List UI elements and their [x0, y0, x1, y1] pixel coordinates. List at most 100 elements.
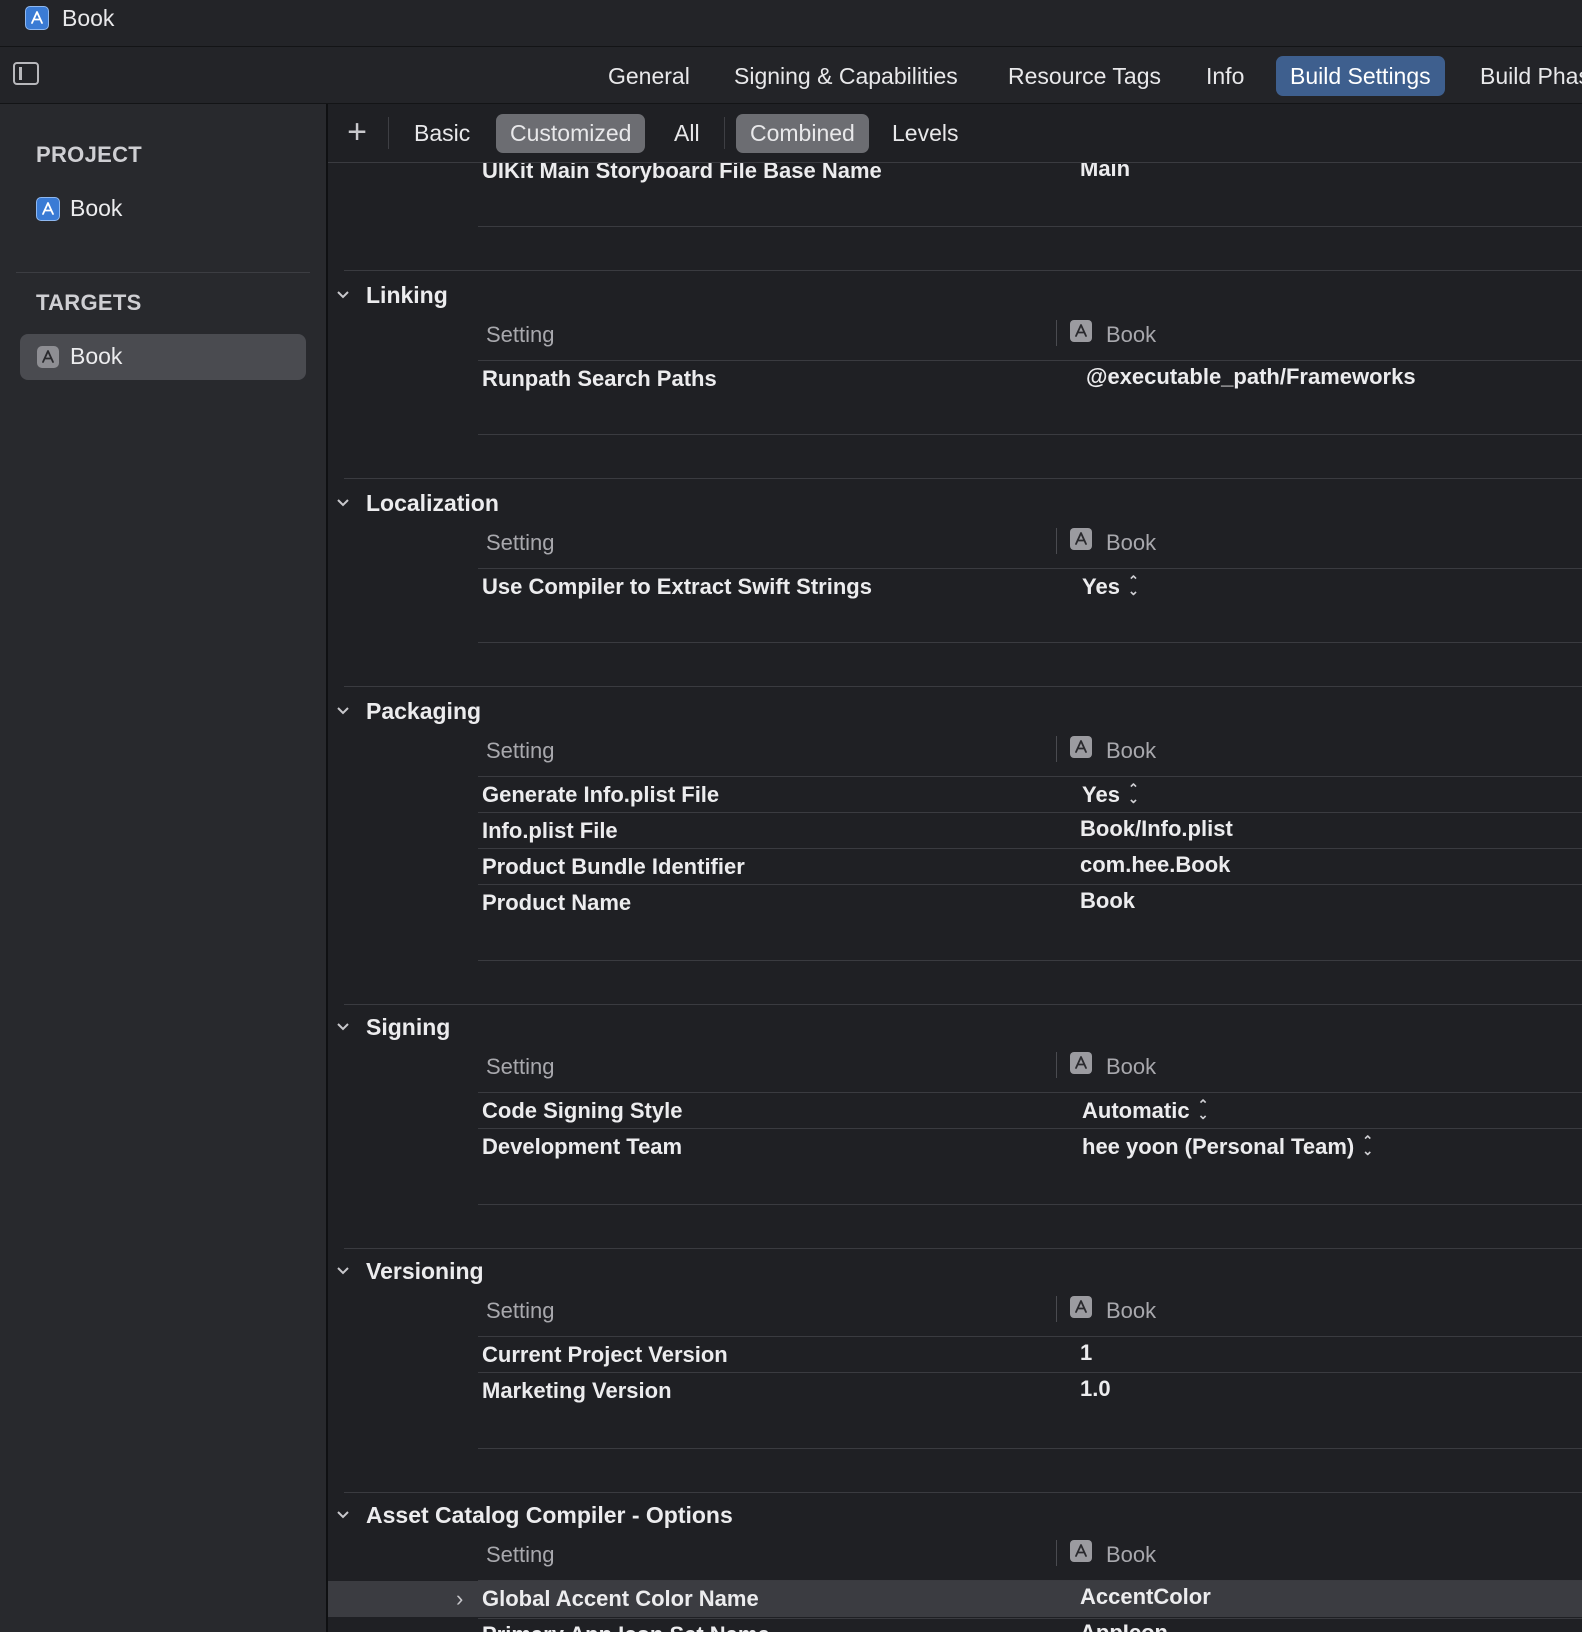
- row-divider: [478, 812, 1582, 813]
- setting-name: Runpath Search Paths: [482, 366, 717, 391]
- app-store-icon: [36, 197, 60, 221]
- setting-value[interactable]: @executable_path/Frameworks: [1086, 364, 1416, 390]
- column-header-setting: Setting: [486, 738, 555, 763]
- target-icon: [37, 346, 59, 368]
- chevron-down-icon[interactable]: [334, 702, 352, 720]
- setting-value-popup[interactable]: hee yoon (Personal Team) ⌃ ⌄: [1082, 1134, 1373, 1160]
- section-divider: [344, 686, 1582, 687]
- row-divider: [478, 360, 1582, 361]
- target-icon: [1070, 1052, 1092, 1074]
- setting-value[interactable]: Book/Info.plist: [1080, 816, 1233, 842]
- target-icon: [1070, 736, 1092, 758]
- filter-combined[interactable]: Combined: [736, 114, 869, 153]
- chevron-down-icon[interactable]: [334, 1262, 352, 1280]
- chevron-down-icon[interactable]: [334, 1506, 352, 1524]
- row-divider: [478, 960, 1582, 961]
- column-separator: [1056, 1052, 1057, 1078]
- window-titlebar: Book: [0, 0, 1582, 47]
- setting-name: Use Compiler to Extract Swift Strings: [482, 574, 872, 599]
- section-title-packaging: Packaging: [366, 698, 482, 724]
- column-separator: [1056, 736, 1057, 762]
- tab-resource-tags[interactable]: Resource Tags: [1008, 56, 1161, 96]
- app-store-icon: [25, 6, 49, 30]
- section-divider: [344, 1004, 1582, 1005]
- tab-signing-capabilities[interactable]: Signing & Capabilities: [734, 56, 958, 96]
- tab-general[interactable]: General: [608, 56, 690, 96]
- tab-build-settings[interactable]: Build Settings: [1276, 56, 1445, 96]
- filter-customized[interactable]: Customized: [496, 114, 646, 153]
- sidebar-item-project-book[interactable]: Book: [20, 186, 306, 232]
- setting-name: Product Bundle Identifier: [482, 854, 745, 879]
- filter-levels[interactable]: Levels: [892, 114, 958, 153]
- setting-value[interactable]: AccentColor: [1080, 1584, 1211, 1610]
- targets-header: TARGETS: [36, 290, 142, 315]
- section-divider: [344, 1248, 1582, 1249]
- chevron-down-icon[interactable]: [334, 1018, 352, 1036]
- target-icon: [1070, 320, 1092, 342]
- section-divider: [344, 1492, 1582, 1493]
- chevron-right-icon[interactable]: ›: [456, 1586, 463, 1612]
- column-header-setting: Setting: [486, 1054, 555, 1079]
- target-icon: [1070, 528, 1092, 550]
- row-divider: [478, 1204, 1582, 1205]
- sidebar-item-target-book[interactable]: Book: [20, 334, 306, 380]
- section-title-asset-catalog: Asset Catalog Compiler - Options: [366, 1502, 733, 1528]
- setting-value[interactable]: com.hee.Book: [1080, 852, 1230, 878]
- row-divider: [478, 1618, 1582, 1619]
- section-title-localization: Localization: [366, 490, 499, 516]
- row-divider: [478, 226, 1582, 227]
- section-divider: [344, 270, 1582, 271]
- column-header-target: Book: [1106, 738, 1157, 763]
- setting-value-popup[interactable]: Yes ⌃ ⌄: [1082, 574, 1139, 600]
- setting-value[interactable]: 1.0: [1080, 1376, 1111, 1402]
- sidebar-toggle-icon[interactable]: [13, 62, 39, 85]
- setting-value[interactable]: AppIcon: [1080, 1620, 1168, 1632]
- filter-all[interactable]: All: [674, 114, 700, 153]
- setting-value: hee yoon (Personal Team): [1082, 1134, 1355, 1159]
- row-divider: [478, 848, 1582, 849]
- add-setting-button[interactable]: +: [342, 113, 372, 153]
- section-title-signing: Signing: [366, 1014, 451, 1040]
- setting-value[interactable]: 1: [1080, 1340, 1092, 1366]
- setting-name: Primary App Icon Set Name: [482, 1622, 770, 1632]
- build-settings-editor: + Basic Customized All Combined Levels U…: [328, 104, 1582, 1632]
- setting-name: Marketing Version: [482, 1378, 672, 1403]
- row-divider: [478, 1092, 1582, 1093]
- settings-list: UIKit Main Storyboard File Base Name Mai…: [328, 104, 1582, 1632]
- target-icon: [1070, 1296, 1092, 1318]
- tab-info[interactable]: Info: [1206, 56, 1244, 96]
- editor-tab-bar: General Signing & Capabilities Resource …: [0, 47, 1582, 104]
- column-header-setting: Setting: [486, 1298, 555, 1323]
- setting-name: Global Accent Color Name: [482, 1586, 759, 1611]
- setting-name: Generate Info.plist File: [482, 782, 720, 807]
- row-divider: [478, 884, 1582, 885]
- column-header-target: Book: [1106, 1542, 1157, 1567]
- row-divider: [478, 568, 1582, 569]
- column-separator: [1056, 1540, 1057, 1566]
- chevron-down-icon[interactable]: [334, 494, 352, 512]
- filter-basic[interactable]: Basic: [414, 114, 470, 153]
- row-divider: [478, 776, 1582, 777]
- section-title-linking: Linking: [366, 282, 448, 308]
- row-divider: [478, 642, 1582, 643]
- column-header-target: Book: [1106, 530, 1157, 555]
- setting-value: Automatic: [1082, 1098, 1190, 1123]
- sidebar-item-label: Book: [70, 195, 123, 221]
- sidebar-item-label: Book: [70, 343, 123, 369]
- up-down-chevron-icon: ⌃ ⌄: [1127, 573, 1139, 599]
- chevron-down-icon[interactable]: [334, 286, 352, 304]
- tab-build-phases[interactable]: Build Phas: [1480, 56, 1582, 96]
- filter-separator: [724, 117, 725, 149]
- setting-value-popup[interactable]: Automatic ⌃ ⌄: [1082, 1098, 1208, 1124]
- setting-value[interactable]: Book: [1080, 888, 1135, 914]
- setting-value-popup[interactable]: Yes ⌃ ⌄: [1082, 782, 1139, 808]
- target-icon: [1070, 1540, 1092, 1562]
- setting-value: Yes: [1082, 574, 1120, 599]
- up-down-chevron-icon: ⌃ ⌄: [1197, 1097, 1209, 1123]
- row-divider: [478, 1336, 1582, 1337]
- section-title-versioning: Versioning: [366, 1258, 484, 1284]
- column-header-setting: Setting: [486, 322, 555, 347]
- project-header: PROJECT: [36, 142, 143, 167]
- column-header-setting: Setting: [486, 530, 555, 555]
- setting-name: Current Project Version: [482, 1342, 728, 1367]
